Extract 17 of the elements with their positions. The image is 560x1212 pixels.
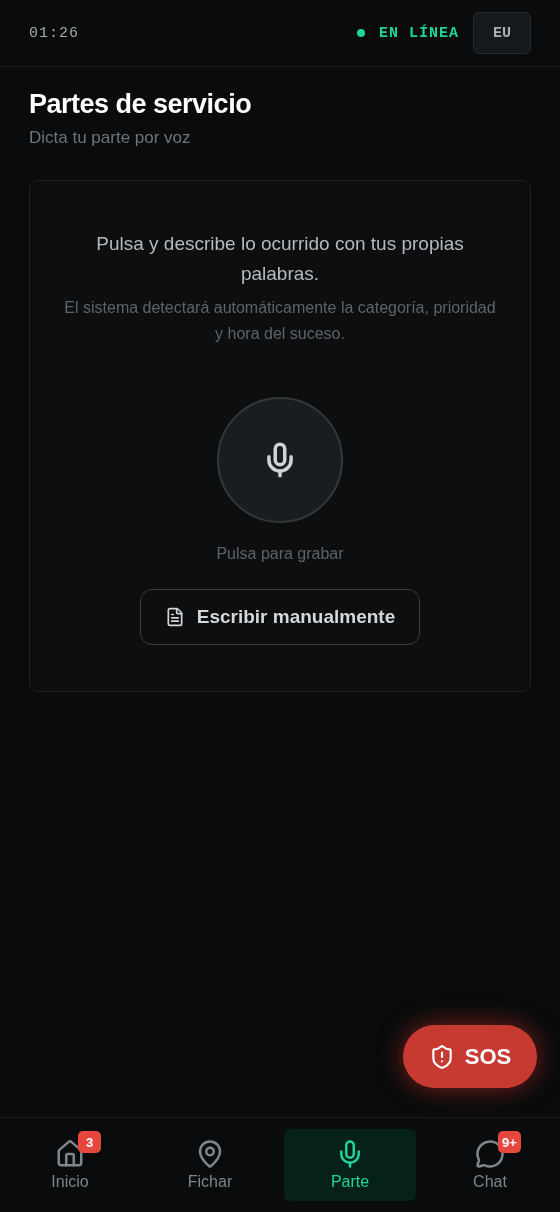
manual-entry-button[interactable]: Escribir manualmente xyxy=(139,589,421,645)
nav-tab[interactable]: Inicio 3 xyxy=(4,1129,136,1201)
language-button[interactable]: EU xyxy=(473,12,531,54)
record-label: Pulsa para grabar xyxy=(216,545,344,563)
prompt-text: Pulsa y describe lo ocurrido con tus propias palabras. xyxy=(95,232,465,286)
nav-tab[interactable]: Fichar xyxy=(144,1129,276,1201)
clock-time: 01:26 xyxy=(29,24,79,42)
count-badge: 3 xyxy=(78,1131,101,1153)
page-subtitle: Dicta tu parte por voz xyxy=(29,128,192,148)
home-icon xyxy=(55,1139,85,1169)
nav-tab[interactable]: Chat 9+ xyxy=(424,1129,556,1201)
connection-status: EN LÍNEA xyxy=(379,24,459,42)
sos-button[interactable]: SOS xyxy=(403,1025,537,1088)
count-badge: 9+ xyxy=(498,1131,521,1153)
page-title: Partes de servicio xyxy=(29,89,253,120)
nav-tab[interactable]: Parte xyxy=(284,1129,416,1201)
hint-text: El sistema detectará automáticamente la categoría, prioridad y hora del suceso. xyxy=(63,298,497,344)
